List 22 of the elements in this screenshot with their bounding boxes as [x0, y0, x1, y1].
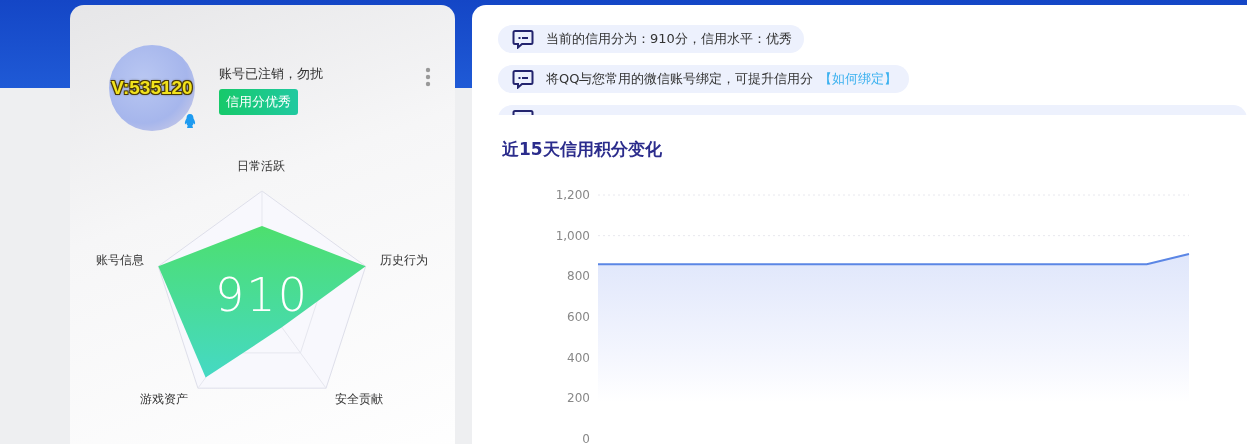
axis-tick-label: 1,200: [555, 188, 590, 202]
axis-tick-label: 600: [567, 310, 590, 324]
penguin-icon: [183, 113, 197, 129]
radar-axis-label: 历史行为: [380, 252, 428, 269]
axis-tick-label: 800: [567, 269, 590, 284]
axis-tick-label: 200: [567, 391, 590, 406]
avatar-id-label: V:535120: [111, 77, 193, 99]
radar-axis-label: 游戏资产: [140, 391, 188, 408]
radar-axis-label: 日常活跃: [237, 158, 285, 175]
bind-link[interactable]: 【如何绑定】: [819, 70, 898, 88]
notice-text: 将QQ与您常用的微信账号绑定，可提升信用分: [546, 70, 814, 88]
credit-tag: 信用分优秀: [219, 89, 298, 115]
radar-axis-label: 安全贡献: [335, 391, 383, 408]
notice-text: 当前的信用分为：910分，信用水平：优秀: [546, 30, 792, 48]
chart-title: 近15天信用积分变化: [502, 138, 663, 161]
axis-tick-label: 0: [582, 432, 590, 444]
more-menu-icon[interactable]: [425, 67, 431, 87]
credit-score: 910: [214, 268, 310, 322]
axis-tick-label: 1,000: [555, 228, 590, 243]
account-status: 账号已注销，勿扰: [219, 65, 323, 83]
radar-axis-label: 账号信息: [96, 252, 144, 269]
axis-tick-label: 400: [567, 350, 590, 365]
